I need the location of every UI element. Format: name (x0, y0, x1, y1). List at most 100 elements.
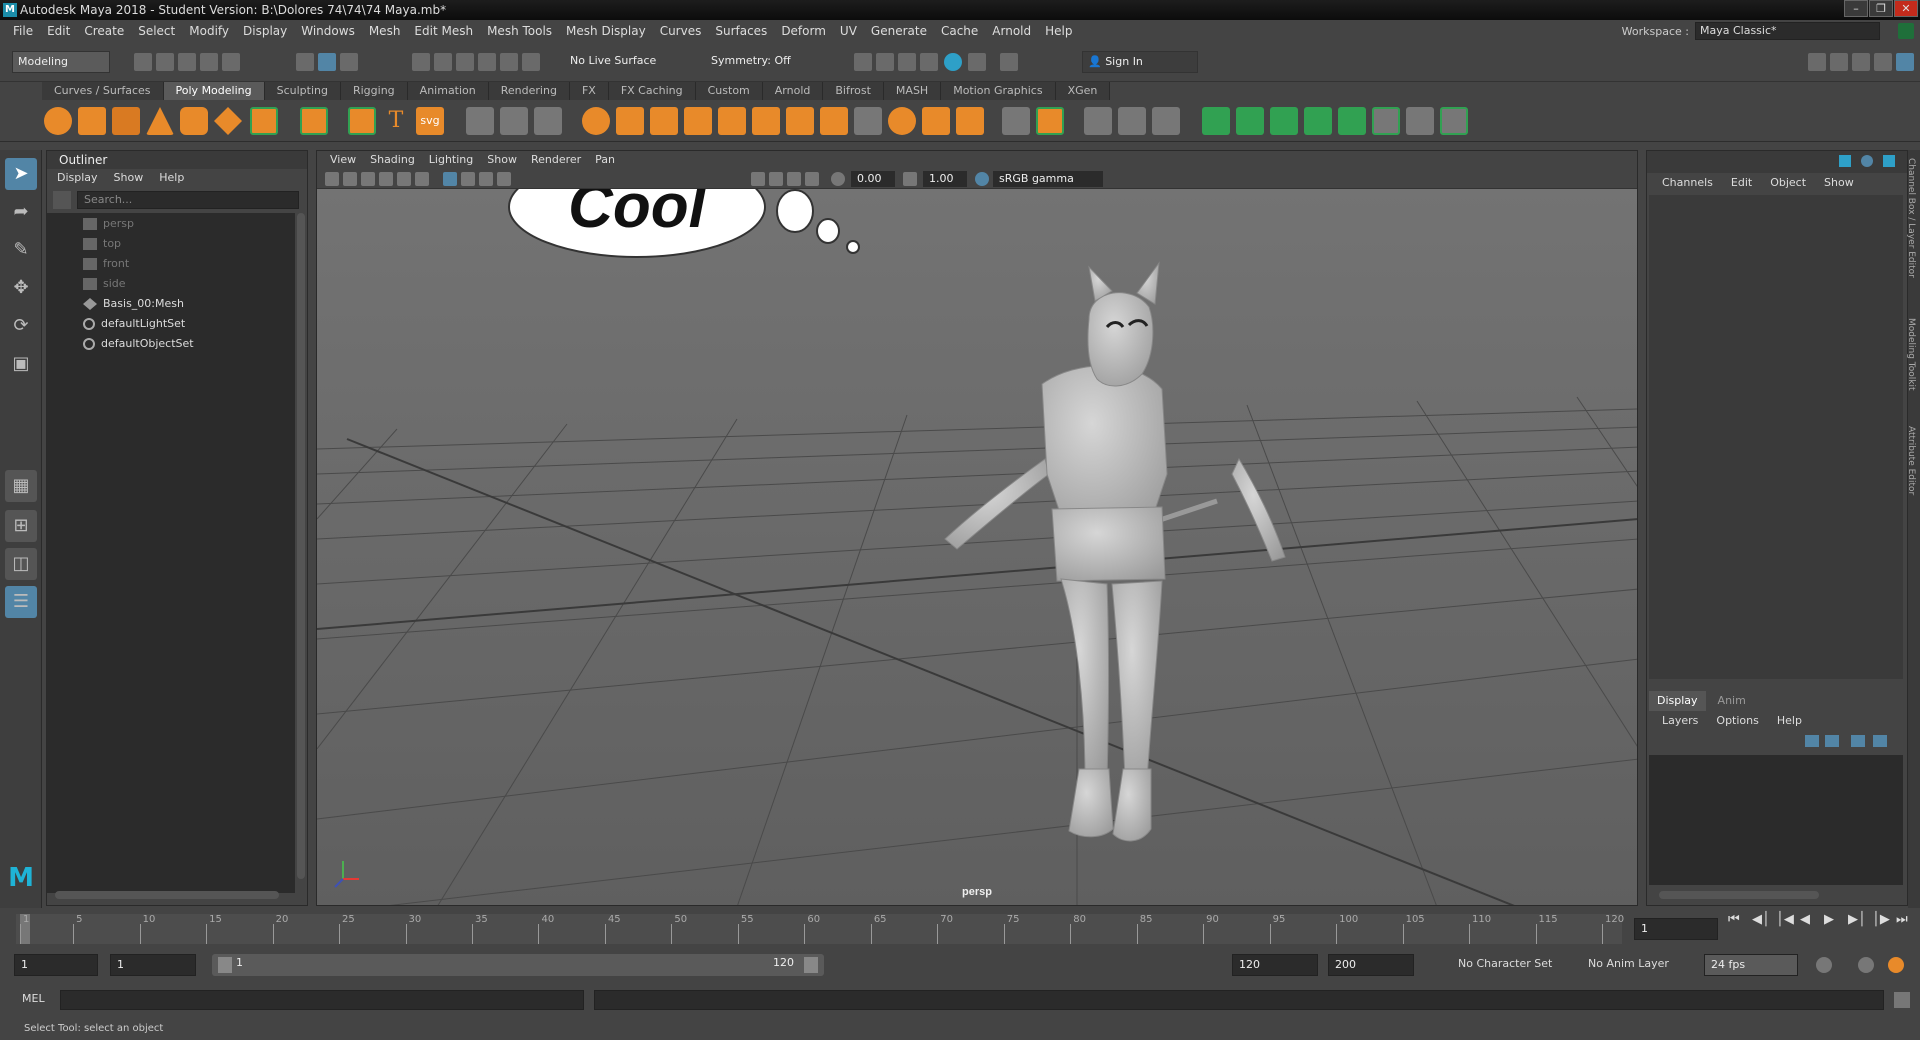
vp-menu-lighting[interactable]: Lighting (422, 151, 480, 169)
cut-uv-icon[interactable] (1338, 107, 1366, 135)
shelf-tab-sculpting[interactable]: Sculpting (264, 82, 341, 100)
arnold-render-icon[interactable] (968, 53, 986, 71)
cb-menu-object[interactable]: Object (1761, 173, 1815, 193)
outliner-menu-show[interactable]: Show (114, 169, 144, 187)
live-surface-field[interactable]: No Live Surface (565, 51, 677, 73)
playback-end-field[interactable]: 120 (1232, 954, 1318, 976)
exposure-icon[interactable] (831, 172, 845, 186)
animation-start-field[interactable]: 1 (14, 954, 98, 976)
vp-menu-shading[interactable]: Shading (363, 151, 422, 169)
undo-icon[interactable] (200, 53, 218, 71)
redo-icon[interactable] (222, 53, 240, 71)
isolate-select-icon[interactable] (751, 172, 765, 186)
fill-hole-icon[interactable] (888, 107, 916, 135)
playback-start-field[interactable]: 1 (110, 954, 196, 976)
snap-grid-icon[interactable] (412, 53, 430, 71)
menu-edit-mesh[interactable]: Edit Mesh (407, 24, 480, 38)
step-back-key-icon[interactable]: │◀ (1776, 912, 1794, 927)
lock-icon[interactable] (1898, 23, 1914, 39)
paint-select-tool-icon[interactable]: ✎ (5, 234, 37, 266)
minimize-button[interactable]: – (1844, 0, 1868, 17)
menu-display[interactable]: Display (236, 24, 294, 38)
select-object-icon[interactable] (318, 53, 336, 71)
shelf-tab-curves-surfaces[interactable]: Curves / Surfaces (42, 82, 164, 100)
menu-create[interactable]: Create (77, 24, 131, 38)
gate-mask-icon[interactable] (497, 172, 511, 186)
append-polygon-icon[interactable] (922, 107, 950, 135)
step-forward-icon[interactable]: │▶ (1872, 912, 1890, 927)
xray-active-icon[interactable] (805, 172, 819, 186)
vp-menu-view[interactable]: View (323, 151, 363, 169)
layer-menu-options[interactable]: Options (1707, 711, 1767, 731)
range-end-handle[interactable] (804, 957, 818, 973)
menu-generate[interactable]: Generate (864, 24, 934, 38)
outliner-layout-icon[interactable]: ☰ (5, 586, 37, 618)
xray-joints-icon[interactable] (787, 172, 801, 186)
poly-sphere-icon[interactable] (44, 107, 72, 135)
super-shape-icon[interactable] (348, 107, 376, 135)
xray-icon[interactable] (769, 172, 783, 186)
outliner-menu-help[interactable]: Help (159, 169, 184, 187)
move-tool-icon[interactable]: ✥ (5, 272, 37, 304)
range-start-handle[interactable] (218, 957, 232, 973)
target-weld-icon[interactable] (1036, 107, 1064, 135)
maximize-button[interactable]: ❐ (1869, 0, 1893, 17)
smooth-icon[interactable] (718, 107, 746, 135)
search-options-icon[interactable] (53, 191, 71, 209)
layer-tab-display[interactable]: Display (1649, 691, 1706, 711)
auto-key-icon[interactable] (1858, 957, 1874, 973)
merge-icon[interactable] (956, 107, 984, 135)
side-tab-modeling-toolkit[interactable]: Modeling Toolkit (1906, 318, 1916, 391)
shelf-tab-fx[interactable]: FX (569, 82, 609, 100)
separate-icon[interactable] (616, 107, 644, 135)
shelf-tab-arnold[interactable]: Arnold (762, 82, 824, 100)
character-set-dropdown[interactable]: No Character Set (1452, 954, 1568, 976)
select-hierarchy-icon[interactable] (296, 53, 314, 71)
color-management-icon[interactable] (975, 172, 989, 186)
menu-edit[interactable]: Edit (40, 24, 77, 38)
pause-icon[interactable] (1000, 53, 1018, 71)
bridge-icon[interactable] (854, 107, 882, 135)
shelf-tab-custom[interactable]: Custom (695, 82, 763, 100)
modeling-toolkit-icon[interactable] (1808, 53, 1826, 71)
shelf-tab-rigging[interactable]: Rigging (340, 82, 408, 100)
planar-map-icon[interactable] (1202, 107, 1230, 135)
time-ticks[interactable]: 1 5 10 15 20 25 30 35 40 45 50 55 60 65 70 75 80 85 90 95 10… (16, 914, 1624, 944)
collapse-icon[interactable] (1002, 107, 1030, 135)
menu-mesh-tools[interactable]: Mesh Tools (480, 24, 559, 38)
shelf-tab-xgen[interactable]: XGen (1055, 82, 1111, 100)
menu-set-dropdown[interactable]: Modeling (12, 51, 110, 73)
mirror-geometry-icon[interactable] (466, 107, 494, 135)
side-tab-attribute-editor[interactable]: Attribute Editor (1906, 426, 1916, 495)
outliner-item-top[interactable]: top (83, 235, 121, 253)
move-layer-down-icon[interactable] (1825, 735, 1839, 747)
ipr-render-icon[interactable] (898, 53, 916, 71)
unfold-icon[interactable] (1440, 107, 1468, 135)
go-to-start-icon[interactable]: ⏮ (1728, 912, 1740, 927)
open-scene-icon[interactable] (156, 53, 174, 71)
shelf-tab-bifrost[interactable]: Bifrost (823, 82, 884, 100)
layer-menu-help[interactable]: Help (1768, 711, 1811, 731)
bevel-icon[interactable] (820, 107, 848, 135)
cb-menu-channels[interactable]: Channels (1653, 173, 1722, 193)
save-scene-icon[interactable] (178, 53, 196, 71)
view-transform-dropdown[interactable]: sRGB gamma (993, 171, 1103, 187)
image-plane-icon[interactable] (379, 172, 393, 186)
outliner-item-persp[interactable]: persp (83, 215, 134, 233)
camera-attributes-icon[interactable] (343, 172, 357, 186)
script-language-label[interactable]: MEL (22, 992, 45, 1005)
insert-edge-loop-icon[interactable] (1118, 107, 1146, 135)
viewport-scene[interactable]: Cool persp (317, 189, 1638, 906)
help-icon[interactable] (1861, 155, 1873, 167)
layer-menu-layers[interactable]: Layers (1653, 711, 1707, 731)
sign-in-button[interactable]: 👤 Sign In (1082, 51, 1198, 73)
hypershade-icon[interactable] (944, 53, 962, 71)
shelf-tab-rendering[interactable]: Rendering (488, 82, 570, 100)
menu-curves[interactable]: Curves (653, 24, 709, 38)
poly-cone-icon[interactable] (146, 107, 174, 135)
animation-end-field[interactable]: 200 (1328, 954, 1414, 976)
outliner-item-front[interactable]: front (83, 255, 129, 273)
workspace-dropdown[interactable]: Maya Classic* (1695, 22, 1880, 40)
snap-surface-icon[interactable] (500, 53, 518, 71)
resolution-gate-icon[interactable] (479, 172, 493, 186)
